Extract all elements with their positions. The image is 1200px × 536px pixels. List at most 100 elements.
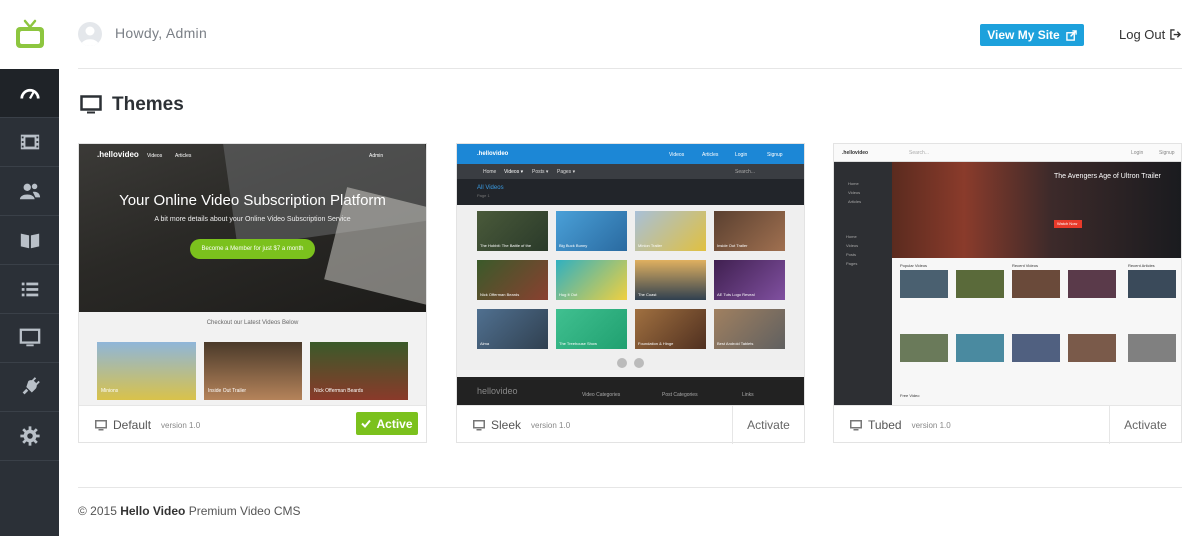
preview-hero-title: Your Online Video Subscription Platform [119,192,386,209]
monitor-icon [473,419,485,430]
preview-side-item: Videos [848,190,861,195]
preview-search: Search... [909,150,930,156]
active-button[interactable]: Active [356,412,418,435]
preview-subnav-item: Pages ▾ [557,169,576,175]
theme-preview-sleek[interactable]: .hellovideo Videos Articles Login Signup… [457,144,804,405]
sidebar-item-settings[interactable] [0,412,59,461]
activate-button[interactable]: Activate [1109,406,1181,444]
app-logo[interactable] [0,0,59,69]
preview-search: Search... [735,169,756,175]
page-title: Themes [80,94,184,116]
preview-content: Popular Videos Recent Videos Recent Arti… [892,258,1181,405]
theme-card-footer: Default version 1.0 Active [79,405,426,443]
theme-card-default: .hellovideo Videos Articles Admin Your O… [78,143,427,443]
preview-thumb [1012,334,1060,362]
preview-footer-link: Links [742,392,754,398]
preview-thumb-label: The Treehouse Show [559,341,598,346]
theme-card-tubed: .hellovideo Search... Login Signup Home … [833,143,1182,444]
sidebar-item-plugins[interactable] [0,363,59,412]
film-icon [20,134,39,150]
preview-footer-link: Post Categories [662,392,698,398]
sidebar-item-dashboard[interactable] [0,69,59,118]
users-icon [19,183,40,200]
preview-nav-item: Signup [767,152,783,158]
preview-thumb-label: Alma [480,341,490,346]
preview-free-video: Free Video [900,393,920,398]
footer-divider [78,487,1182,488]
sidebar-item-users[interactable] [0,167,59,216]
preview-thumb-label: Best Android Tablets [717,341,754,346]
preview-footer-link: Video Categories [582,392,621,398]
preview-nav-videos: Videos [147,153,163,159]
preview-footer: hellovideo Video Categories Post Categor… [457,377,804,405]
preview-lower-section: Checkout our Latest Videos Below Minions… [79,312,426,405]
preview-hero [79,144,426,312]
list-icon [21,282,38,297]
preview-subnav-item: Videos ▾ [504,169,524,175]
preview-login: Login [1131,150,1144,156]
preview-topbar [457,144,804,164]
preview-thumb-label: The Hobbit: The Battle of the [480,243,532,248]
preview-page: Page 1 [477,193,490,198]
logout-label: Log Out [1119,27,1166,42]
greeting-text: Howdy, Admin [115,25,208,41]
page-title-text: Themes [112,94,184,115]
preview-thumb-label: Inside Out Trailer [208,388,247,394]
preview-thumb-label: Foundation & Hinge [638,341,674,346]
preview-thumb-label: Minion Trailer [638,243,663,248]
preview-footer-logo: hellovideo [477,386,518,396]
preview-thumb-label: The Coast [638,292,657,297]
monitor-icon [95,419,107,430]
preview-articles-heading: Recent Articles [1128,263,1155,268]
preview-topbar [834,144,1181,162]
preview-hero-button: Become a Member for just $7 a month [190,239,315,259]
theme-name: Tubed version 1.0 [850,418,951,432]
top-header: Howdy, Admin View My Site Log Out [59,0,1200,69]
theme-version: version 1.0 [531,420,571,430]
view-my-site-button[interactable]: View My Site [980,24,1084,46]
preview-recent-heading: Recent Videos [1012,263,1038,268]
preview-side-item: Videos [846,243,859,248]
preview-thumb [900,334,948,362]
preview-thumb-label: Hug It Out [559,292,578,297]
sidebar-item-themes[interactable] [0,314,59,363]
preview-thumb-label: Nick Offerman Beards [480,292,520,297]
preview-thumb [1012,270,1060,298]
avatar[interactable] [78,22,102,46]
preview-hero-title: The Avengers Age of Ultron Trailer [1054,173,1161,180]
theme-name-label: Sleek [491,418,522,432]
preview-nav-admin: Admin [369,153,384,159]
logout-button[interactable]: Log Out [1119,27,1182,42]
header-divider [78,68,1182,69]
sign-out-icon [1170,29,1182,40]
preview-hero-subtitle: A bit more details about your Online Vid… [154,216,351,223]
page-footer: © 2015 Hello Video Premium Video CMS [78,504,301,518]
theme-version: version 1.0 [161,420,201,430]
theme-name: Default version 1.0 [95,418,200,432]
preview-nav-item: Videos [669,152,685,158]
preview-section-title: All Videos [477,185,504,191]
preview-subnav-item: Posts ▾ [532,169,549,175]
preview-thumb [900,270,948,298]
sidebar-item-articles[interactable] [0,216,59,265]
preview-side-item: Home [848,181,859,186]
preview-hero-button-label: Watch Now [1057,221,1078,226]
monitor-icon [80,95,102,114]
user-avatar-icon [81,26,99,46]
preview-side-item: Posts [846,252,857,257]
theme-preview-default[interactable]: .hellovideo Videos Articles Admin Your O… [79,144,426,405]
preview-logo: .hellovideo [97,150,139,159]
preview-nav-articles: Articles [175,153,192,159]
sidebar-item-categories[interactable] [0,265,59,314]
theme-card-sleek: .hellovideo Videos Articles Login Signup… [456,143,805,444]
dashboard-icon [19,88,40,100]
preview-thumb [1068,334,1116,362]
preview-side-item: Pages [846,261,858,266]
theme-preview-tubed[interactable]: .hellovideo Search... Login Signup Home … [834,144,1181,405]
preview-thumb-label: Minions [101,388,119,394]
preview-section-band [457,179,804,205]
sidebar-item-videos[interactable] [0,118,59,167]
activate-button[interactable]: Activate [732,406,804,444]
preview-sidebar: Home Videos Articles Home Videos Posts P… [834,162,892,405]
preview-signup: Signup [1159,150,1175,156]
